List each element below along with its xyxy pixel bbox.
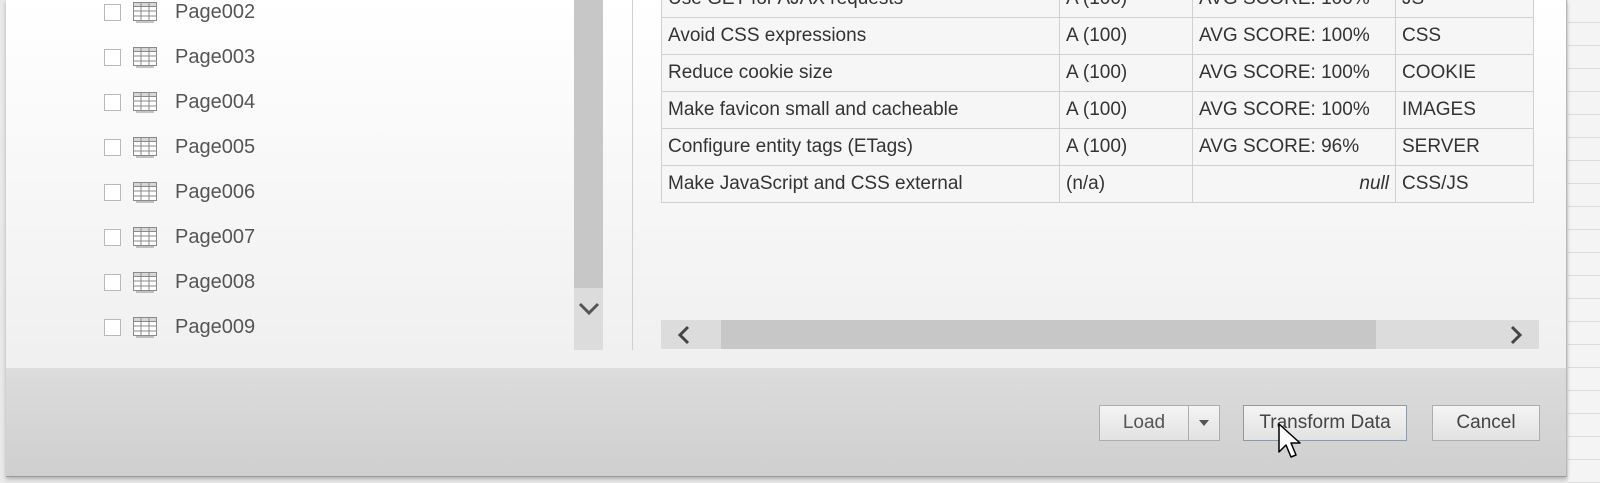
rule-cell: Use GET for AJAX requests <box>661 0 1060 18</box>
grade-cell: (n/a) <box>1059 165 1193 203</box>
background-spreadsheet <box>1568 0 1600 483</box>
item-checkbox[interactable] <box>104 93 121 111</box>
table-icon <box>133 1 157 22</box>
navigator-vertical-scrollbar[interactable] <box>574 0 603 350</box>
table-row: Reduce cookie size A (100) AVG SCORE: 10… <box>661 54 1534 92</box>
item-checkbox[interactable] <box>104 3 121 21</box>
mouse-pointer-icon <box>1278 423 1301 458</box>
category-cell: CSS <box>1395 17 1534 55</box>
grade-cell: A (100) <box>1059 17 1193 55</box>
chevron-down-icon[interactable] <box>574 292 603 326</box>
item-checkbox[interactable] <box>104 273 121 291</box>
caret-down-icon <box>1199 420 1209 426</box>
chevron-left-icon[interactable] <box>669 320 699 349</box>
data-preview-table: Use GET for AJAX requests A (100) AVG SC… <box>661 0 1534 203</box>
scrollbar-thumb[interactable] <box>721 320 1376 349</box>
table-row: Make favicon small and cacheable A (100)… <box>661 91 1534 129</box>
chevron-right-icon[interactable] <box>1501 320 1531 349</box>
navigator-item-page004[interactable]: Page004 <box>104 87 255 117</box>
navigator-item-label: Page005 <box>175 135 256 158</box>
navigator-item-label: Page003 <box>175 45 256 68</box>
item-checkbox[interactable] <box>104 48 121 66</box>
table-icon <box>133 46 157 67</box>
avg-score-cell: AVG SCORE: 100% <box>1192 17 1396 55</box>
table-icon <box>133 181 157 202</box>
table-icon <box>133 91 157 112</box>
item-checkbox[interactable] <box>104 318 121 336</box>
rule-cell: Avoid CSS expressions <box>661 17 1060 55</box>
navigator-item-page006[interactable]: Page006 <box>104 177 255 207</box>
rule-cell: Reduce cookie size <box>661 54 1060 92</box>
navigator-item-page003[interactable]: Page003 <box>104 42 255 72</box>
cancel-button[interactable]: Cancel <box>1432 405 1540 441</box>
transform-data-button[interactable]: Transform Data <box>1243 405 1407 441</box>
category-cell: JS <box>1395 0 1534 18</box>
preview-horizontal-scrollbar[interactable] <box>661 320 1539 349</box>
item-checkbox[interactable] <box>104 183 121 201</box>
table-row: Avoid CSS expressions A (100) AVG SCORE:… <box>661 17 1534 55</box>
navigator-item-label: Page009 <box>175 315 256 338</box>
avg-score-cell: AVG SCORE: 100% <box>1192 91 1396 129</box>
navigator-item-page007[interactable]: Page007 <box>104 222 255 252</box>
navigator-item-label: Page004 <box>175 90 256 113</box>
navigator-item-label: Page006 <box>175 180 256 203</box>
navigator-dialog: Page002 Page003 Page004 Page005 Page006 … <box>6 0 1567 477</box>
navigator-item-label: Page008 <box>175 270 256 293</box>
table-icon <box>133 226 157 247</box>
load-button[interactable]: Load <box>1099 405 1189 441</box>
navigator-item-page008[interactable]: Page008 <box>104 267 255 297</box>
table-icon <box>133 136 157 157</box>
pane-divider <box>632 0 633 350</box>
navigator-item-label: Page007 <box>175 225 256 248</box>
avg-score-cell: AVG SCORE: 100% <box>1192 54 1396 92</box>
category-cell: COOKIE <box>1395 54 1534 92</box>
rule-cell: Make favicon small and cacheable <box>661 91 1060 129</box>
avg-score-cell: null <box>1192 165 1396 203</box>
table-row: Configure entity tags (ETags) A (100) AV… <box>661 128 1534 166</box>
category-cell: CSS/JS <box>1395 165 1534 203</box>
rule-cell: Make JavaScript and CSS external <box>661 165 1060 203</box>
grade-cell: A (100) <box>1059 0 1193 18</box>
table-icon <box>133 271 157 292</box>
navigator-item-label: Page002 <box>175 0 256 23</box>
item-checkbox[interactable] <box>104 138 121 156</box>
navigator-item-page005[interactable]: Page005 <box>104 132 255 162</box>
table-row: Make JavaScript and CSS external (n/a) n… <box>661 165 1534 203</box>
scrollbar-thumb[interactable] <box>574 0 603 288</box>
grade-cell: A (100) <box>1059 54 1193 92</box>
table-icon <box>133 316 157 337</box>
item-checkbox[interactable] <box>104 228 121 246</box>
load-dropdown-button[interactable] <box>1189 405 1220 441</box>
avg-score-cell: AVG SCORE: 96% <box>1192 128 1396 166</box>
rule-cell: Configure entity tags (ETags) <box>661 128 1060 166</box>
load-split-button: Load <box>1099 405 1220 441</box>
category-cell: SERVER <box>1395 128 1534 166</box>
navigator-item-page009[interactable]: Page009 <box>104 312 255 342</box>
category-cell: IMAGES <box>1395 91 1534 129</box>
grade-cell: A (100) <box>1059 91 1193 129</box>
navigator-item-page002[interactable]: Page002 <box>104 0 255 27</box>
table-row: Use GET for AJAX requests A (100) AVG SC… <box>661 0 1534 18</box>
grade-cell: A (100) <box>1059 128 1193 166</box>
avg-score-cell: AVG SCORE: 100% <box>1192 0 1396 18</box>
